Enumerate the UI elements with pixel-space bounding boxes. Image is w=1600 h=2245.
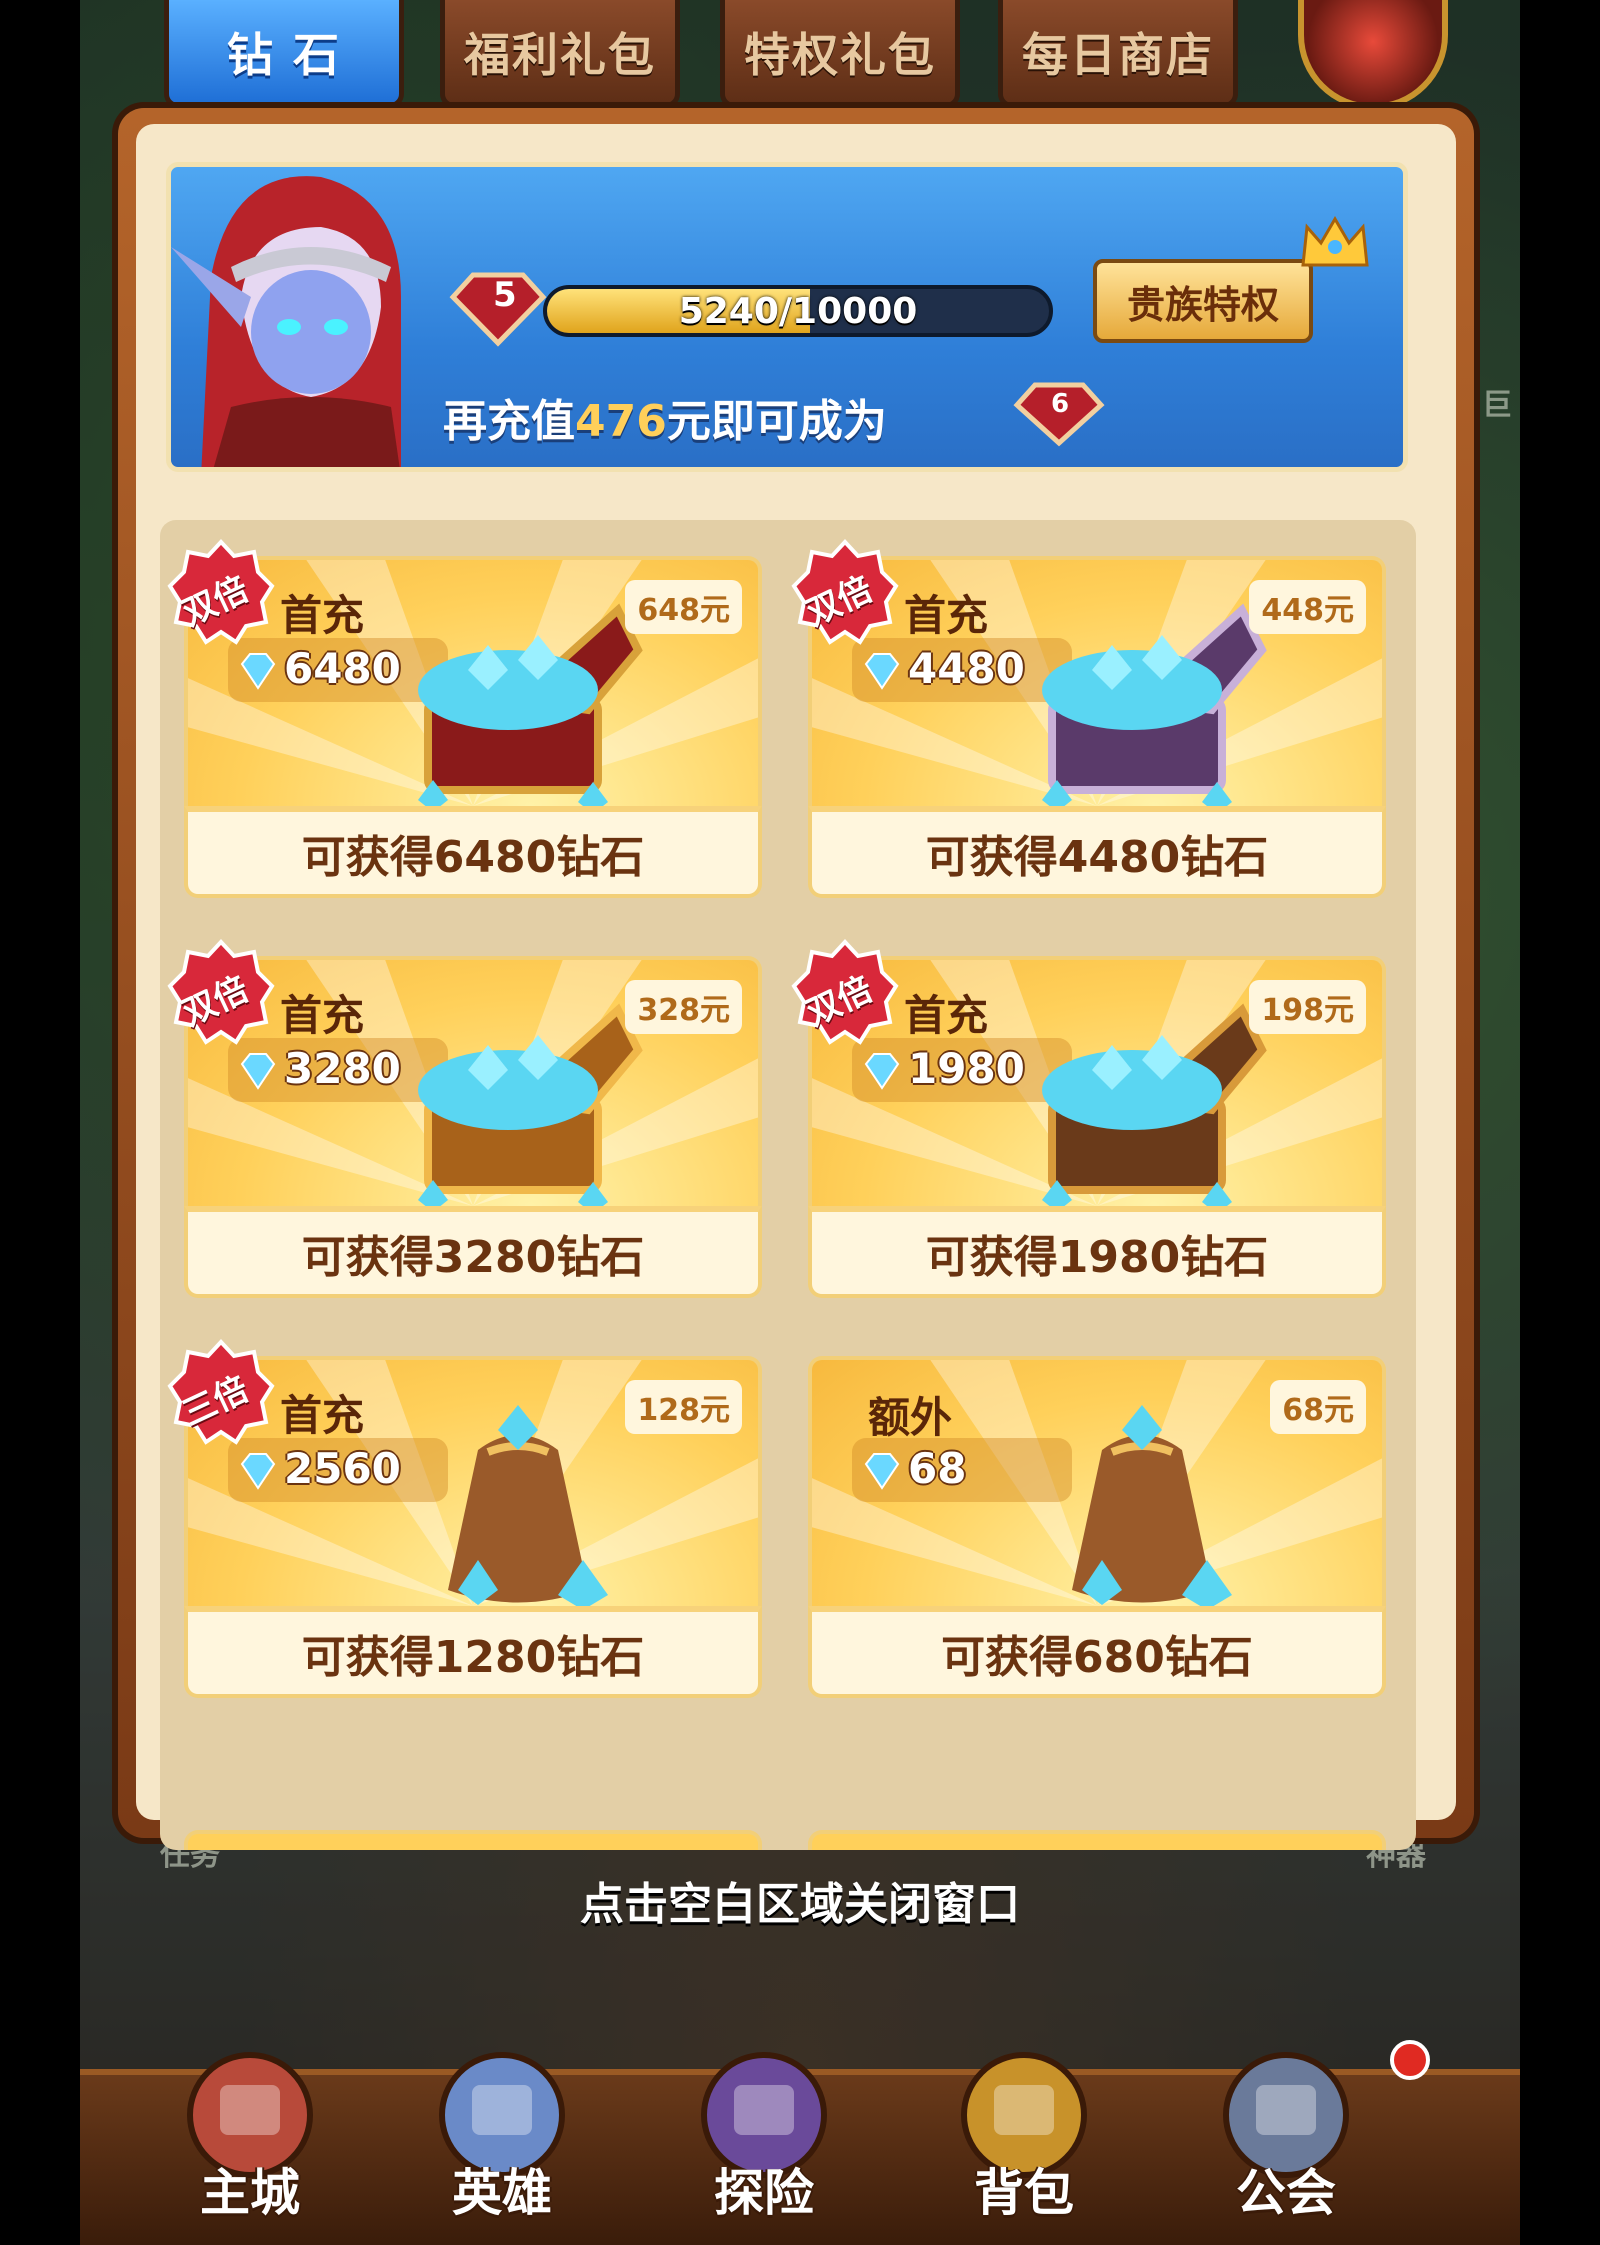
product-caption: 可获得680钻石	[808, 1606, 1386, 1698]
product-card[interactable]: 额外 68 68元 可获得680钻石	[808, 1356, 1386, 1698]
product-card-art: 额外 68 68元	[808, 1356, 1386, 1606]
price-tag: 328元	[625, 980, 742, 1034]
game-stage: 任务 神器 巨 钻 石 福利礼包 特权礼包 每日商店 5 5240/10000 …	[80, 0, 1520, 2245]
diamond-bag-icon	[448, 1405, 608, 1606]
next-vip-level-number: 6	[1051, 389, 1070, 419]
product-tag-label: 额外	[868, 1393, 953, 1442]
vip-progress-bar: 5240/10000	[543, 285, 1053, 337]
product-tag-label: 首充	[280, 1391, 365, 1440]
diamond-icon	[864, 1053, 900, 1090]
diamond-bag-icon	[1072, 1405, 1232, 1606]
close-window-hint: 点击空白区域关闭窗口	[580, 1879, 1020, 1930]
elf-character-icon	[171, 176, 401, 467]
tab-diamond[interactable]: 钻 石	[164, 0, 404, 108]
product-tag-label: 首充	[280, 591, 365, 640]
nav-item-hero[interactable]: 英雄	[392, 2025, 612, 2245]
shop-panel: 5 5240/10000 再充值476元即可成为 6 贵族特权 首充 6480 …	[118, 108, 1474, 1850]
noble-privilege-button[interactable]: 贵族特权	[1093, 259, 1313, 343]
nav-item-label: 主城	[200, 2164, 300, 2222]
vip-level-number: 5	[493, 275, 517, 315]
diamond-amount: 68	[908, 1444, 967, 1493]
diamond-icon	[240, 1053, 276, 1090]
product-caption: 可获得1980钻石	[808, 1206, 1386, 1298]
tab-privilege-pack[interactable]: 特权礼包	[720, 0, 960, 108]
treasure-chest-icon	[1042, 603, 1267, 806]
diamond-icon	[240, 653, 276, 690]
product-card[interactable]: 首充 4480 448元 可获得4480钻石 双倍	[791, 539, 1386, 898]
vip-msg-suffix: 元即可成为	[666, 396, 887, 447]
vip-recharge-message: 再充值476元即可成为	[443, 385, 887, 449]
tab-daily-shop[interactable]: 每日商店	[998, 0, 1238, 108]
price-tag: 448元	[1249, 580, 1366, 634]
vip-banner: 5 5240/10000 再充值476元即可成为 6 贵族特权	[166, 162, 1408, 472]
notification-dot	[1390, 2040, 1430, 2080]
product-card[interactable]: 首充 6480 648元 可获得6480钻石 双倍	[167, 539, 762, 898]
product-card[interactable]: 首充 1980 198元 可获得1980钻石 双倍	[791, 939, 1386, 1298]
product-caption: 可获得3280钻石	[184, 1206, 762, 1298]
diamond-amount: 3280	[284, 1044, 401, 1093]
product-caption: 可获得6480钻石	[184, 806, 762, 898]
price-tag: 128元	[625, 1380, 742, 1434]
nav-item-label: 背包	[974, 2164, 1074, 2222]
nav-item-backpack[interactable]: 背包	[914, 2025, 1134, 2245]
nav-item-portal[interactable]: 探险	[654, 2025, 874, 2245]
treasure-chest-icon	[418, 1003, 643, 1206]
product-tag-label: 首充	[280, 991, 365, 1040]
diamond-amount: 1980	[908, 1044, 1025, 1093]
nav-item-castle[interactable]: 主城	[140, 2025, 360, 2245]
tab-welfare-pack[interactable]: 福利礼包	[440, 0, 680, 108]
nav-item-label: 探险	[714, 2164, 814, 2222]
product-card[interactable]: 首充 3280 328元 可获得3280钻石 双倍	[167, 939, 762, 1298]
nav-item-label: 英雄	[452, 2164, 552, 2222]
product-card-partial[interactable]	[808, 1830, 1386, 1850]
vip-progress-text: 5240/10000	[678, 290, 918, 332]
nav-item-label: 公会	[1236, 2164, 1336, 2222]
diamond-amount: 6480	[284, 644, 401, 693]
product-card[interactable]: 首充 2560 128元 可获得1280钻石 三倍	[167, 1339, 762, 1698]
vip-msg-prefix: 再充值	[443, 396, 575, 447]
diamond-amount: 2560	[284, 1444, 401, 1493]
diamond-icon	[864, 1453, 900, 1490]
nav-item-guild[interactable]: 公会	[1176, 2025, 1396, 2245]
diamond-amount: 4480	[908, 644, 1025, 693]
crown-icon	[1301, 216, 1369, 267]
product-card-partial[interactable]	[184, 1830, 762, 1850]
product-tag-label: 首充	[904, 591, 989, 640]
diamond-product-grid: 首充 6480 648元 可获得6480钻石 双倍 首充 4480 448元 可…	[160, 520, 1416, 1850]
price-tag: 198元	[1249, 980, 1366, 1034]
shop-panel-inner: 5 5240/10000 再充值476元即可成为 6 贵族特权 首充 6480 …	[136, 124, 1456, 1850]
diamond-icon	[240, 1453, 276, 1490]
product-tag-label: 首充	[904, 991, 989, 1040]
bg-label-side: 巨	[1482, 388, 1512, 423]
price-tag: 68元	[1270, 1380, 1366, 1434]
treasure-chest-icon	[1042, 1003, 1267, 1206]
vip-msg-amount: 476	[575, 396, 667, 447]
price-tag: 648元	[625, 580, 742, 634]
treasure-chest-icon	[418, 603, 643, 806]
product-caption: 可获得1280钻石	[184, 1606, 762, 1698]
product-caption: 可获得4480钻石	[808, 806, 1386, 898]
diamond-icon	[864, 653, 900, 690]
